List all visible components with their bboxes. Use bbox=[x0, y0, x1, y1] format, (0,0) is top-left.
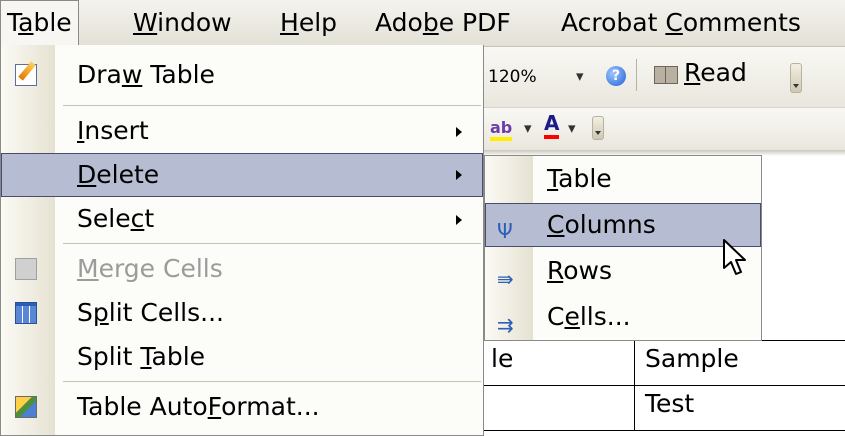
highlight-dropdown-icon[interactable] bbox=[524, 117, 532, 138]
help-icon[interactable]: ? bbox=[606, 64, 626, 86]
zoom-value[interactable]: 120% bbox=[488, 67, 537, 87]
table-cell[interactable]: Sample bbox=[634, 340, 845, 386]
submenu-arrow-icon bbox=[456, 215, 462, 225]
menu-help[interactable]: Help bbox=[280, 0, 337, 46]
menu-item-split-table[interactable]: Split Table bbox=[1, 335, 483, 379]
menu-item-label: Merge Cells bbox=[77, 254, 223, 283]
mouse-cursor-icon bbox=[723, 239, 746, 275]
font-color-icon[interactable]: A bbox=[544, 111, 560, 139]
menu-item-label: Insert bbox=[77, 116, 149, 145]
menu-item-label: Select bbox=[77, 204, 155, 233]
menu-item-label: Table AutoFormat... bbox=[77, 392, 320, 421]
toolbar-grip-icon[interactable] bbox=[790, 63, 802, 93]
menu-item-label: Split Table bbox=[77, 342, 206, 371]
delete-columns-icon: Ψ bbox=[497, 219, 513, 243]
highlight-icon[interactable]: ab bbox=[490, 117, 513, 141]
delete-submenu: Table Ψ Columns ⇛ Rows ⇉ Cells... bbox=[484, 155, 762, 341]
merge-cells-icon bbox=[15, 258, 37, 280]
menu-item-label: Split Cells... bbox=[77, 298, 224, 327]
menu-item-label: Draw Table bbox=[77, 60, 215, 89]
delete-cells-icon: ⇉ bbox=[497, 313, 514, 337]
menu-item-delete[interactable]: Delete bbox=[1, 153, 483, 197]
read-button[interactable]: Read bbox=[684, 58, 747, 87]
toolbar-separator bbox=[636, 59, 637, 91]
menu-item-label: Columns bbox=[547, 210, 656, 239]
toolbar-grip-icon[interactable] bbox=[592, 116, 604, 140]
menu-item-split-cells[interactable]: Split Cells... bbox=[1, 291, 483, 335]
menu-acrobat-comments[interactable]: Acrobat Comments bbox=[561, 0, 801, 46]
menu-adobe-pdf[interactable]: Adobe PDF bbox=[375, 0, 511, 46]
read-book-icon bbox=[654, 64, 678, 87]
submenu-item-rows[interactable]: ⇛ Rows bbox=[485, 249, 761, 293]
menu-separator bbox=[63, 105, 481, 106]
submenu-arrow-icon bbox=[456, 170, 462, 180]
table-cell[interactable] bbox=[480, 385, 635, 431]
menu-item-insert[interactable]: Insert bbox=[1, 109, 483, 153]
menu-separator bbox=[63, 243, 481, 244]
menu-separator bbox=[63, 381, 481, 382]
menu-item-table-autoformat[interactable]: Table AutoFormat... bbox=[1, 385, 483, 429]
draw-table-icon bbox=[15, 64, 37, 86]
table-autoformat-icon bbox=[15, 396, 37, 418]
menu-item-label: Delete bbox=[77, 160, 160, 189]
font-color-dropdown-icon[interactable] bbox=[568, 117, 576, 138]
menu-item-merge-cells: Merge Cells bbox=[1, 247, 483, 291]
submenu-item-table[interactable]: Table bbox=[485, 157, 761, 201]
submenu-item-columns[interactable]: Ψ Columns bbox=[485, 203, 761, 247]
menu-window[interactable]: Window bbox=[133, 0, 232, 46]
zoom-dropdown-icon[interactable] bbox=[576, 65, 584, 86]
menu-bar: Table Window Help Adobe PDF Acrobat Comm… bbox=[0, 0, 845, 47]
submenu-arrow-icon bbox=[456, 127, 462, 137]
menu-item-label: Table bbox=[547, 164, 612, 193]
submenu-item-cells[interactable]: ⇉ Cells... bbox=[485, 295, 761, 339]
menu-table[interactable]: Table bbox=[0, 0, 79, 46]
menu-item-label: Cells... bbox=[547, 302, 631, 331]
table-cell[interactable]: Test bbox=[634, 385, 845, 431]
menu-item-label: Rows bbox=[547, 256, 613, 285]
menu-item-draw-table[interactable]: Draw Table bbox=[1, 53, 483, 97]
split-cells-icon bbox=[15, 302, 37, 324]
menu-item-select[interactable]: Select bbox=[1, 197, 483, 241]
table-menu: Draw Table Insert Delete Select Merge Ce… bbox=[0, 45, 484, 436]
